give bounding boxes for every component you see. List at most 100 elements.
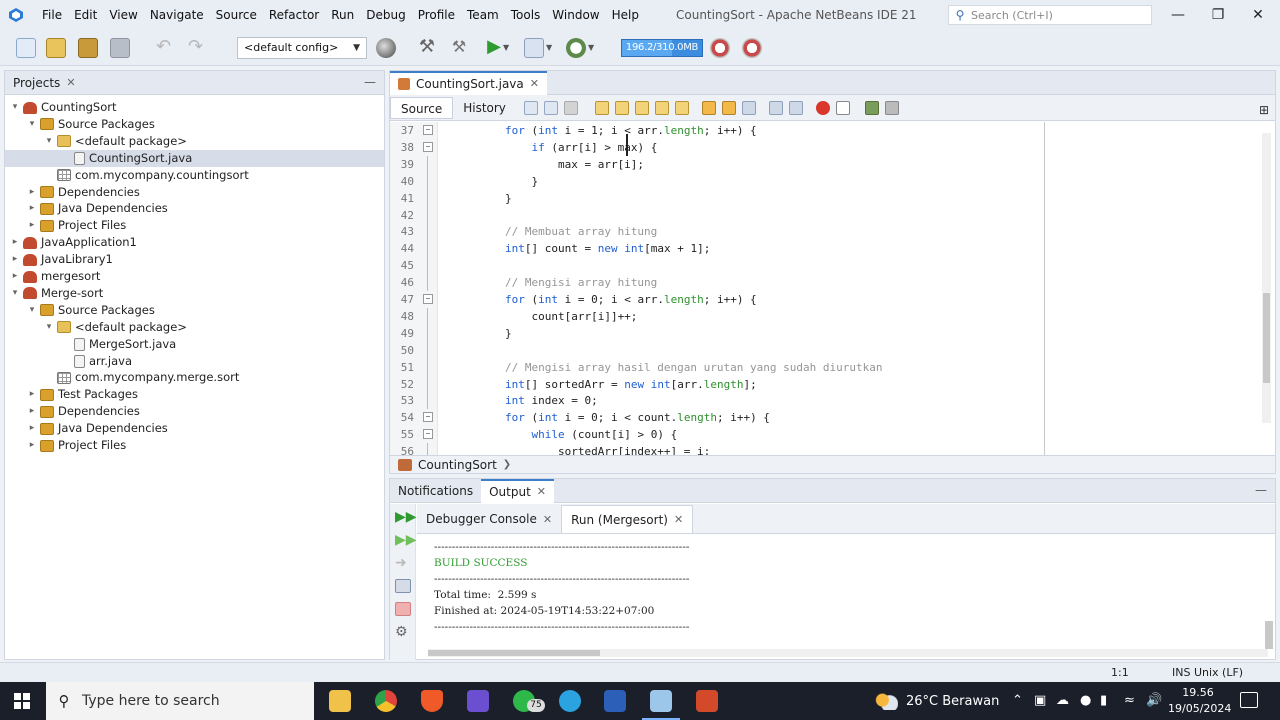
output-scroll-thumb[interactable] bbox=[428, 650, 600, 656]
memory-indicator[interactable]: 196.2/310.0MB bbox=[621, 39, 703, 57]
code-area[interactable]: 37− for (int i = 1; i < arr.length; i++)… bbox=[390, 122, 1275, 455]
find-previous-icon[interactable] bbox=[614, 100, 629, 115]
tab-countingsort-java[interactable]: CountingSort.java ✕ bbox=[390, 70, 547, 95]
menu-item-refactor[interactable]: Refactor bbox=[263, 0, 325, 30]
cloud-icon[interactable]: ☁ bbox=[1056, 693, 1069, 708]
tab-projects[interactable]: Projects ✕ bbox=[5, 71, 84, 95]
netbeans-taskbar-icon[interactable] bbox=[642, 690, 680, 720]
code-line[interactable]: 55− while (count[i] > 0) { bbox=[390, 426, 1250, 443]
minimize-button[interactable]: — bbox=[1158, 0, 1198, 30]
word-icon[interactable] bbox=[604, 690, 626, 712]
code-line[interactable]: 45 bbox=[390, 257, 1250, 275]
tab-debugger-console[interactable]: Debugger Console ✕ bbox=[417, 505, 561, 533]
snapshot-icon[interactable] bbox=[742, 38, 762, 58]
chevron-down-icon[interactable]: ▾ bbox=[43, 133, 55, 150]
menu-item-source[interactable]: Source bbox=[210, 0, 263, 30]
code-line[interactable]: 54− for (int i = 0; i < count.length; i+… bbox=[390, 409, 1250, 426]
app-icon[interactable] bbox=[467, 690, 489, 712]
tab-run-mergesort[interactable]: Run (Mergesort) ✕ bbox=[561, 505, 694, 533]
close-icon[interactable]: ✕ bbox=[674, 513, 683, 526]
tree-item[interactable]: ▾ Source Packages bbox=[5, 116, 384, 133]
code-line[interactable]: 52 int[] sortedArr = new int[arr.length]… bbox=[390, 375, 1250, 393]
telegram-icon[interactable] bbox=[559, 690, 581, 712]
chevron-right-icon[interactable]: ▸ bbox=[26, 403, 38, 420]
close-icon[interactable]: ✕ bbox=[543, 513, 552, 526]
menu-item-profile[interactable]: Profile bbox=[412, 0, 461, 30]
rerun-icon[interactable]: ▶▶ bbox=[395, 510, 417, 524]
code-line[interactable]: 48 count[arr[i]]++; bbox=[390, 307, 1250, 325]
code-line[interactable]: 47− for (int i = 0; i < arr.length; i++)… bbox=[390, 291, 1250, 308]
chevron-up-icon[interactable]: ⌃ bbox=[1012, 693, 1023, 708]
tree-item[interactable]: ▾ Merge-sort bbox=[5, 285, 384, 302]
fold-toggle-icon[interactable]: − bbox=[423, 412, 433, 423]
code-line[interactable]: 41 } bbox=[390, 189, 1250, 207]
tree-item[interactable]: ▸ Dependencies bbox=[5, 184, 384, 201]
close-icon[interactable]: ✕ bbox=[537, 485, 546, 498]
editor-scroll-thumb[interactable] bbox=[1263, 293, 1270, 383]
tree-item[interactable]: ▾ <default package> bbox=[5, 133, 384, 150]
menu-item-edit[interactable]: Edit bbox=[68, 0, 103, 30]
code-line[interactable]: 53 int index = 0; bbox=[390, 392, 1250, 410]
close-icon[interactable]: ✕ bbox=[66, 76, 75, 89]
rectangular-selection-icon[interactable] bbox=[674, 100, 689, 115]
run-chevron-icon[interactable]: ▼ bbox=[503, 38, 523, 58]
chevron-right-icon[interactable]: ▸ bbox=[26, 200, 38, 217]
tree-item[interactable]: ▸ mergesort bbox=[5, 268, 384, 285]
menu-item-navigate[interactable]: Navigate bbox=[144, 0, 210, 30]
code-line[interactable]: 37− for (int i = 1; i < arr.length; i++)… bbox=[390, 122, 1250, 139]
tree-item[interactable]: ▾ Source Packages bbox=[5, 302, 384, 319]
tree-item[interactable]: ▸ Java Dependencies bbox=[5, 200, 384, 217]
chevron-down-icon[interactable]: ▾ bbox=[9, 99, 21, 116]
editor-scrollbar[interactable] bbox=[1262, 133, 1271, 423]
chevron-right-icon[interactable]: ▸ bbox=[26, 437, 38, 454]
tab-notifications[interactable]: Notifications bbox=[390, 479, 481, 503]
start-macro-icon[interactable] bbox=[815, 100, 830, 115]
clean-build-icon[interactable]: ⚒ bbox=[449, 38, 469, 58]
config-select[interactable]: <default config> ▼ bbox=[237, 37, 367, 59]
forward-icon[interactable] bbox=[563, 100, 578, 115]
chevron-down-icon[interactable]: ▾ bbox=[26, 302, 38, 319]
toggle-highlight-icon[interactable] bbox=[654, 100, 669, 115]
brave-icon[interactable] bbox=[421, 690, 443, 712]
toggle-bookmark-icon[interactable] bbox=[741, 100, 756, 115]
stop-icon[interactable] bbox=[395, 602, 411, 616]
next-bookmark-icon[interactable] bbox=[721, 100, 736, 115]
tree-item[interactable]: arr.java bbox=[5, 353, 384, 370]
file-explorer-icon[interactable] bbox=[329, 690, 351, 712]
code-line[interactable]: 39 max = arr[i]; bbox=[390, 155, 1250, 173]
build-hammer-icon[interactable]: ⚒ bbox=[417, 38, 437, 58]
chevron-right-icon[interactable]: ▸ bbox=[9, 234, 21, 251]
tree-item[interactable]: ▸ Dependencies bbox=[5, 403, 384, 420]
chevron-right-icon[interactable]: ▸ bbox=[26, 184, 38, 201]
gc-icon[interactable] bbox=[710, 38, 730, 58]
chevron-right-icon[interactable]: ▸ bbox=[9, 251, 21, 268]
run-icon[interactable]: ▶ bbox=[484, 38, 504, 58]
cursor-position[interactable]: 1:1 bbox=[1111, 666, 1129, 679]
microphone-icon[interactable]: ● bbox=[1080, 693, 1091, 708]
taskbar-search-input[interactable]: ⚲ Type here to search bbox=[46, 682, 314, 720]
globe-icon[interactable] bbox=[376, 38, 396, 58]
close-icon[interactable]: ✕ bbox=[530, 77, 539, 90]
code-line[interactable]: 51 // Mengisi array hasil dengan urutan … bbox=[390, 358, 1250, 376]
powerpoint-icon[interactable] bbox=[696, 690, 718, 712]
add-split-icon[interactable]: ⊞ bbox=[1259, 103, 1269, 117]
minimize-panel-icon[interactable]: — bbox=[364, 75, 376, 89]
maximize-button[interactable]: ❐ bbox=[1198, 0, 1238, 30]
insert-mode[interactable]: INS Unix (LF) bbox=[1172, 666, 1243, 679]
fold-toggle-icon[interactable]: − bbox=[423, 429, 433, 440]
fold-toggle-icon[interactable]: − bbox=[423, 141, 433, 152]
menu-item-tools[interactable]: Tools bbox=[505, 0, 547, 30]
settings-gear-icon[interactable]: ⚙ bbox=[395, 625, 411, 639]
code-line[interactable]: 40 } bbox=[390, 172, 1250, 190]
notification-center-icon[interactable] bbox=[1240, 692, 1258, 708]
code-line[interactable]: 42 bbox=[390, 206, 1250, 224]
menu-item-team[interactable]: Team bbox=[461, 0, 505, 30]
output-console-text[interactable]: ----------------------------------------… bbox=[434, 539, 689, 635]
save-all-icon[interactable] bbox=[110, 38, 130, 58]
tree-item[interactable]: ▸ Project Files bbox=[5, 437, 384, 454]
clock[interactable]: 19.56 19/05/2024 bbox=[1168, 685, 1231, 717]
tab-output[interactable]: Output ✕ bbox=[481, 478, 555, 503]
code-line[interactable]: 38− if (arr[i] > max) { bbox=[390, 139, 1250, 156]
minimize-panel-icon[interactable]: — bbox=[1255, 483, 1267, 497]
source-button[interactable]: Source bbox=[390, 96, 454, 119]
